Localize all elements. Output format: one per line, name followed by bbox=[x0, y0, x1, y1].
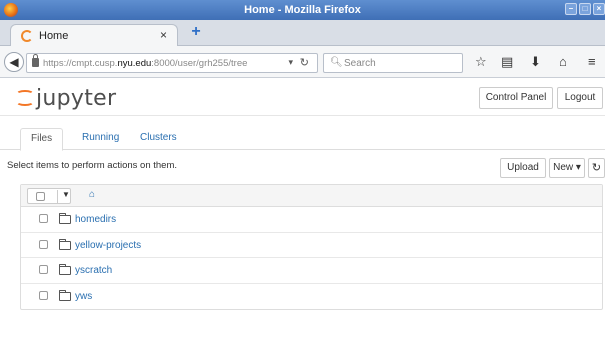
tab-label: Home bbox=[39, 30, 69, 42]
folder-icon bbox=[59, 213, 71, 224]
home-icon[interactable]: ⌂ bbox=[559, 54, 567, 69]
maximize-icon[interactable]: □ bbox=[579, 3, 591, 15]
folder-icon bbox=[59, 289, 71, 301]
reload-icon[interactable]: ↻ bbox=[300, 56, 309, 69]
item-checkbox[interactable] bbox=[39, 214, 48, 223]
browser-tab-home[interactable]: Home × bbox=[10, 24, 178, 46]
url-text: https://cmpt.cusp.nyu.edu:8000/user/grh2… bbox=[43, 58, 248, 69]
window-title: Home - Mozilla Firefox bbox=[244, 4, 361, 16]
search-input[interactable]: 🔍︎ Search bbox=[323, 53, 463, 73]
list-item[interactable]: yws bbox=[21, 284, 602, 310]
tab-files[interactable]: Files bbox=[20, 128, 64, 151]
listing-header: ▼ ⌂ bbox=[21, 185, 602, 207]
dashboard-tabs: Files Running Clusters bbox=[0, 128, 605, 151]
tab-running[interactable]: Running bbox=[72, 128, 129, 150]
close-window-icon[interactable]: × bbox=[593, 3, 605, 15]
item-name-link[interactable]: yscratch bbox=[75, 265, 112, 276]
url-bar[interactable]: https://cmpt.cusp.nyu.edu:8000/user/grh2… bbox=[26, 53, 318, 73]
search-icon: 🔍︎ bbox=[330, 57, 343, 68]
chevron-down-icon[interactable]: ▼ bbox=[57, 190, 70, 204]
list-item[interactable]: yscratch bbox=[21, 258, 602, 284]
item-name-link[interactable]: yellow-projects bbox=[75, 240, 141, 251]
url-host: nyu.edu bbox=[117, 58, 152, 69]
jupyter-page: jupyter Control Panel Logout Files Runni… bbox=[0, 79, 605, 349]
breadcrumb-home-icon[interactable]: ⌂ bbox=[89, 189, 95, 200]
item-checkbox[interactable] bbox=[39, 290, 48, 300]
tab-clusters[interactable]: Clusters bbox=[130, 128, 187, 150]
menu-icon[interactable]: ≡ bbox=[588, 54, 596, 69]
search-placeholder: Search bbox=[344, 58, 376, 69]
minimize-icon[interactable]: – bbox=[565, 3, 577, 15]
header-divider bbox=[0, 115, 605, 116]
downloads-icon[interactable]: ⬇ bbox=[530, 54, 541, 70]
list-item[interactable]: homedirs bbox=[21, 207, 602, 233]
item-name-link[interactable]: homedirs bbox=[75, 214, 116, 225]
control-panel-button[interactable]: Control Panel bbox=[479, 87, 553, 109]
jupyter-logo[interactable]: jupyter bbox=[16, 85, 116, 111]
lock-icon bbox=[32, 54, 39, 67]
window-controls: – □ × bbox=[565, 3, 605, 15]
logout-button[interactable]: Logout bbox=[557, 87, 603, 109]
item-checkbox[interactable] bbox=[39, 265, 48, 274]
browser-tabstrip: Home × + bbox=[0, 20, 605, 46]
file-listing: ▼ ⌂ homedirs yellow-projects yscratch yw… bbox=[20, 184, 603, 310]
bookmark-star-icon[interactable]: ☆ bbox=[475, 54, 487, 70]
new-tab-icon[interactable]: + bbox=[188, 24, 204, 41]
logo-text: jupyter bbox=[36, 85, 117, 111]
tab-close-icon[interactable]: × bbox=[160, 28, 167, 42]
jupyter-favicon-icon bbox=[21, 30, 33, 42]
reading-list-icon[interactable]: ▤ bbox=[501, 54, 513, 70]
list-item[interactable]: yellow-projects bbox=[21, 233, 602, 258]
jupyter-logo-icon bbox=[16, 89, 34, 107]
back-arrow-icon[interactable]: ◀ bbox=[4, 52, 24, 72]
item-name-link[interactable]: yws bbox=[75, 291, 92, 302]
item-checkbox[interactable] bbox=[39, 239, 48, 249]
selection-hint: Select items to perform actions on them. bbox=[7, 160, 178, 171]
select-all-dropdown[interactable]: ▼ bbox=[27, 188, 71, 204]
window-titlebar: Home - Mozilla Firefox – □ × bbox=[0, 0, 605, 20]
url-history-dropdown-icon[interactable]: ▾ bbox=[288, 57, 293, 68]
folder-icon bbox=[59, 264, 71, 275]
upload-button[interactable]: Upload bbox=[500, 158, 546, 178]
browser-navbar: ◀ https://cmpt.cusp.nyu.edu:8000/user/gr… bbox=[0, 46, 605, 78]
select-all-checkbox[interactable] bbox=[36, 192, 45, 201]
new-dropdown-button[interactable]: New ▾ bbox=[549, 158, 585, 178]
refresh-icon[interactable]: ↻ bbox=[588, 158, 605, 178]
folder-icon bbox=[59, 238, 71, 250]
